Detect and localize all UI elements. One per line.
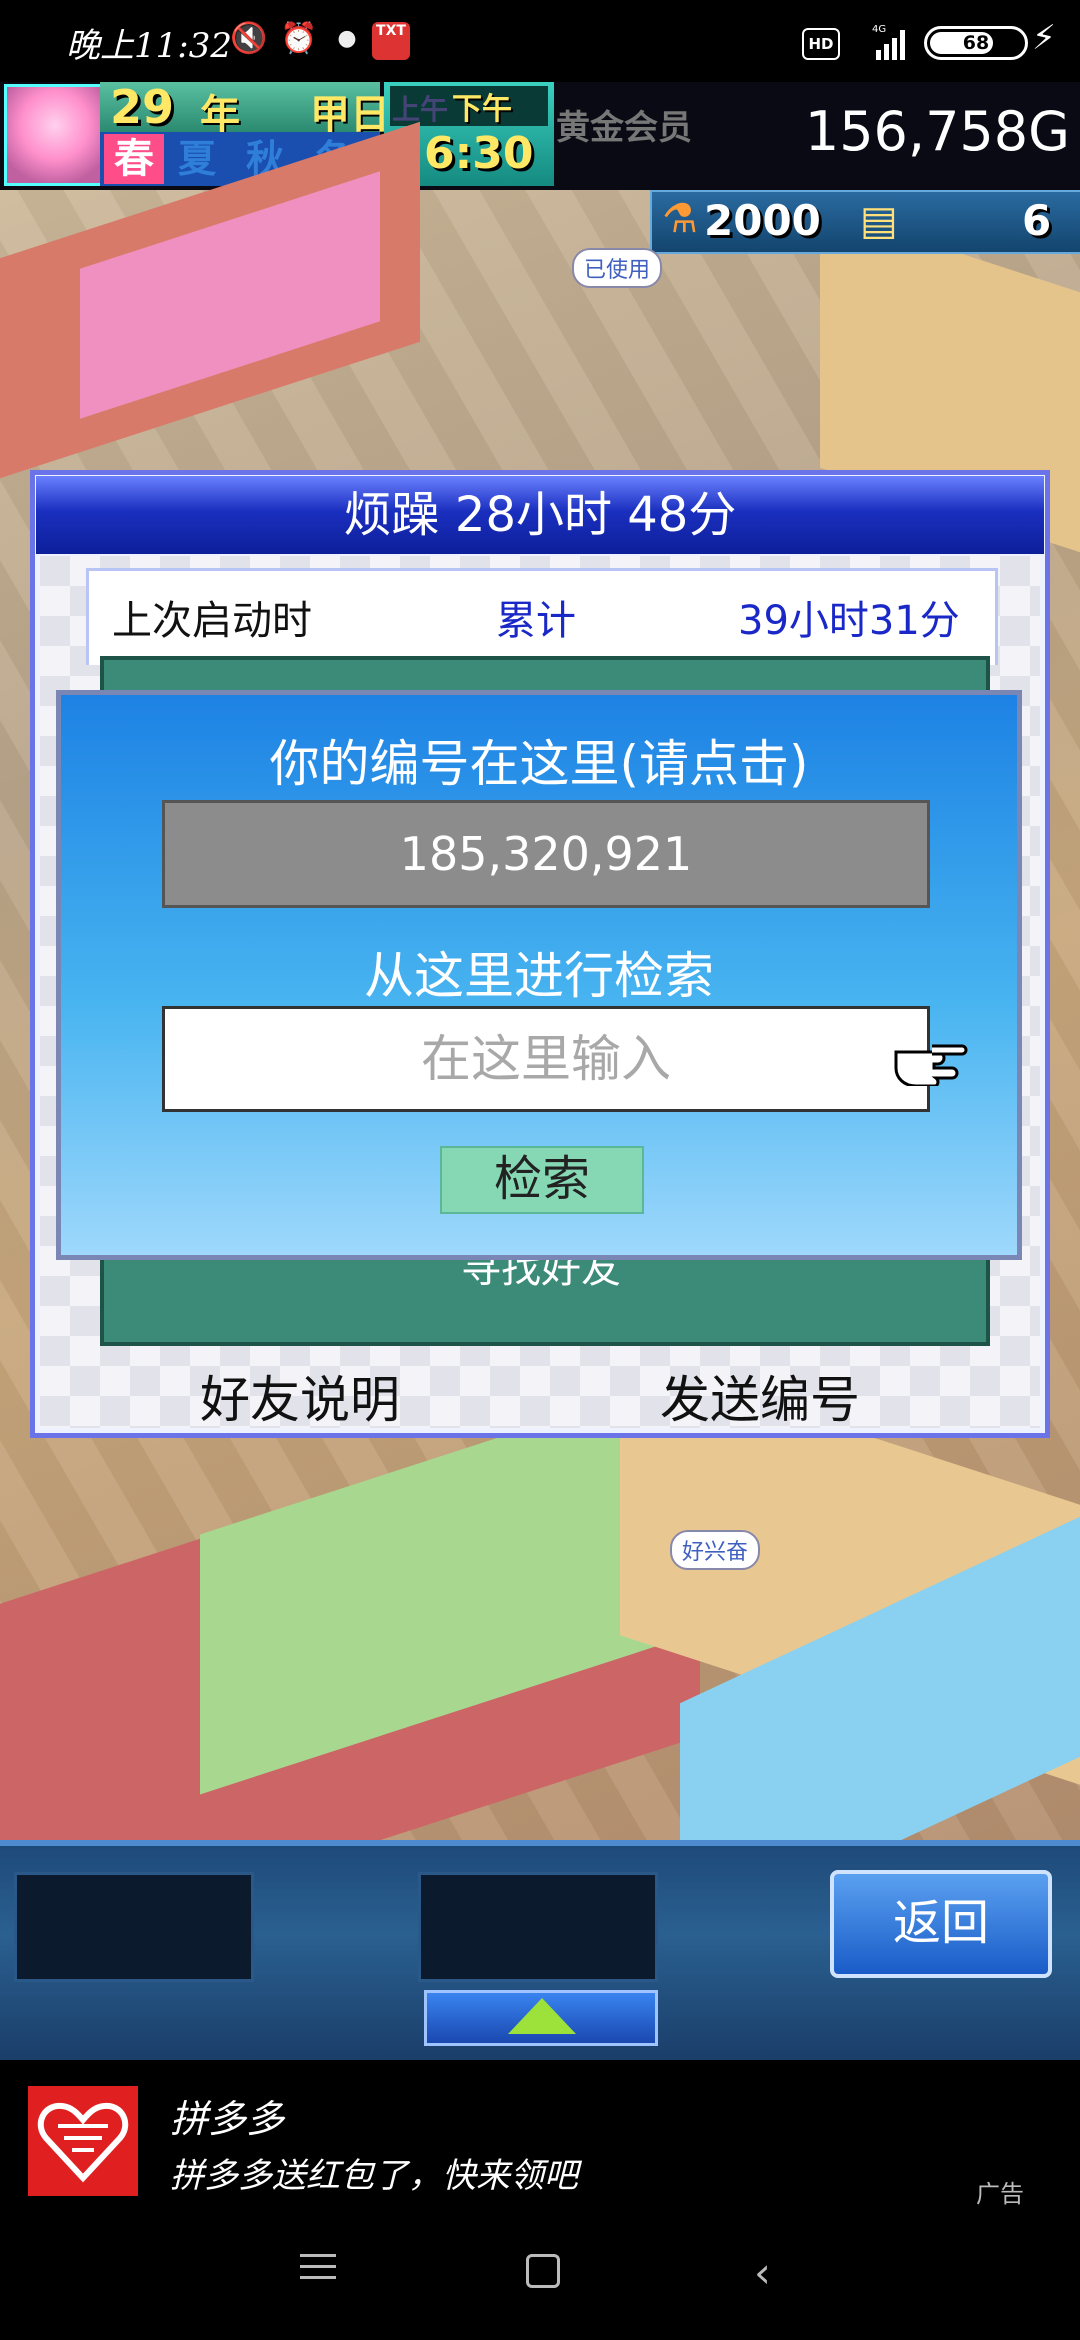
season-summer: 夏 bbox=[178, 137, 217, 181]
search-label: 从这里进行检索 bbox=[364, 947, 714, 1005]
gold-member-label: 黄金会员 bbox=[556, 108, 692, 148]
menu-icon[interactable] bbox=[300, 2252, 336, 2282]
back-nav-icon[interactable]: ‹ bbox=[754, 2248, 771, 2297]
friend-help-button[interactable]: 好友说明 bbox=[200, 1360, 400, 1432]
signal-icon: 4G bbox=[872, 24, 905, 60]
home-icon[interactable] bbox=[526, 2254, 560, 2288]
pinduoduo-logo-icon[interactable] bbox=[28, 2086, 138, 2196]
hd-icon: HD bbox=[802, 28, 840, 60]
status-bar: 晚上11:32 🔇 ⏰ ● TXT HD 4G 68 ⚡ bbox=[0, 0, 1080, 82]
up-arrow-icon bbox=[508, 1998, 576, 2034]
pm-label: 下午 bbox=[452, 92, 512, 127]
ad-description[interactable]: 拼多多送红包了，快来领吧 bbox=[170, 2148, 578, 2197]
toolbar-slot-1[interactable] bbox=[14, 1872, 254, 1982]
ticket-count: 6 bbox=[1022, 196, 1052, 245]
ad-title[interactable]: 拼多多 bbox=[170, 2088, 284, 2143]
research-points: 2000 bbox=[704, 196, 821, 245]
year-number: 29 bbox=[110, 80, 175, 134]
total-label: 累计 bbox=[496, 598, 576, 644]
search-button[interactable]: 检索 bbox=[440, 1146, 644, 1214]
battery-level: 68 bbox=[962, 32, 990, 54]
last-launch-label: 上次启动时 bbox=[112, 598, 312, 644]
flask-icon: ⚗ bbox=[662, 196, 698, 242]
am-label: 上午 bbox=[392, 93, 449, 126]
gold-amount: 156,758G bbox=[804, 100, 1070, 163]
search-input[interactable] bbox=[162, 1006, 930, 1112]
cherry-blossom-icon[interactable] bbox=[4, 84, 106, 186]
total-value: 39小时31分 bbox=[738, 598, 960, 644]
txt-app-icon: TXT bbox=[372, 22, 410, 60]
battery-icon: 68 bbox=[924, 26, 1028, 60]
ticket-icon: ▤ bbox=[860, 198, 898, 244]
status-time: 晚上11:32 bbox=[66, 26, 232, 66]
mute-icon: 🔇 bbox=[230, 21, 268, 56]
game-hud: 29 年 甲日 春 夏 秋 冬 上午 下午 6:30 黄金会员 156,758G bbox=[0, 80, 1080, 190]
charging-icon: ⚡ bbox=[1032, 18, 1056, 58]
your-id-value[interactable]: 185,320,921 bbox=[162, 800, 930, 908]
used-bubble: 已使用 bbox=[572, 248, 663, 288]
your-id-label: 你的编号在这里(请点击) bbox=[269, 735, 809, 793]
alarm-icon: ⏰ bbox=[280, 21, 318, 56]
ad-tag: 广告 bbox=[976, 2180, 1024, 2208]
pointing-hand-icon bbox=[894, 1044, 968, 1086]
svg-text:4G: 4G bbox=[872, 24, 886, 35]
back-button[interactable]: 返回 bbox=[830, 1870, 1052, 1978]
cookie-icon: ● bbox=[337, 26, 357, 51]
game-clock: 6:30 bbox=[424, 128, 534, 179]
season-current: 春 bbox=[104, 134, 164, 184]
send-id-button[interactable]: 发送编号 bbox=[660, 1360, 860, 1432]
dialog-title: 烦躁 28小时 48分 bbox=[343, 487, 737, 543]
happy-bubble: 好兴奋 bbox=[670, 1530, 761, 1570]
toolbar-slot-2[interactable] bbox=[418, 1872, 658, 1982]
